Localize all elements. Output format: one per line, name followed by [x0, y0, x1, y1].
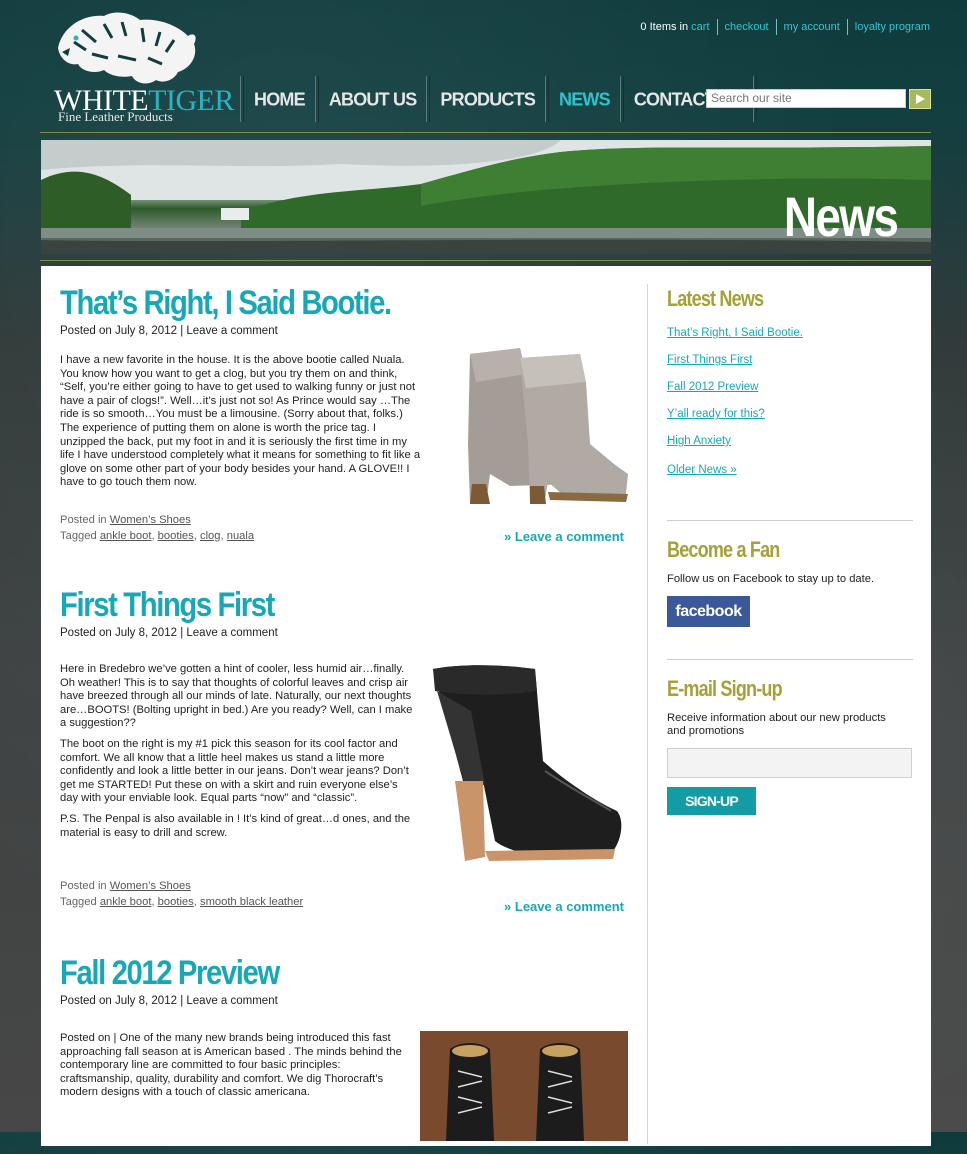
post-body: Posted on | One of the many new brands b… [60, 1032, 410, 1107]
post-taxonomy: Posted in Women’s Shoes Tagged ankle boo… [60, 514, 255, 542]
tag-link[interactable]: ankle boot [100, 896, 152, 908]
email-field[interactable] [667, 747, 912, 778]
brand-tagline: Fine Leather Products [58, 109, 173, 124]
utility-links: 0 Items in cart checkout my account loya… [640, 19, 930, 35]
tag-link[interactable]: smooth black leather [200, 896, 303, 908]
separator [775, 19, 777, 35]
column-divider [647, 284, 648, 1144]
separator [716, 19, 718, 35]
post-meta: Posted on July 8, 2012 | Leave a comment [60, 627, 278, 639]
search-input[interactable]: Search our site [706, 89, 906, 108]
category-link[interactable]: Women’s Shoes [110, 880, 191, 892]
nav-home[interactable]: HOME [244, 75, 315, 123]
play-arrow-icon [916, 94, 925, 104]
latest-news-link[interactable]: Y’all ready for this? [667, 401, 913, 428]
post-body: Here in Bredebro we’ve gotten a hint of … [60, 663, 418, 847]
post-paragraph: P.S. The Penpal is also available in ! I… [60, 812, 411, 839]
latest-news-link[interactable]: That’s Right, I Said Bootie. [667, 320, 913, 347]
nav-about-us[interactable]: ABOUT US [319, 75, 427, 123]
tag-link[interactable]: booties [158, 896, 194, 908]
post-paragraph: Here in Bredebro we’ve gotten a hint of … [60, 663, 413, 730]
post-paragraph: Posted on | One of the many new brands b… [60, 1032, 402, 1099]
main-content: That’s Right, I Said Bootie. Posted on J… [41, 266, 931, 1146]
tag-link[interactable]: clog [200, 530, 221, 542]
page-title: News [783, 185, 899, 248]
posted-in-label: Posted in [60, 514, 107, 526]
search-submit-button[interactable] [909, 89, 931, 109]
older-news-link[interactable]: Older News » [667, 457, 913, 484]
white-tiger-logo[interactable]: WHITETIGER Fine Leather Products [52, 8, 234, 128]
leave-comment-link[interactable]: » Leave a comment [504, 529, 624, 544]
nav-products[interactable]: PRODUCTS [430, 75, 545, 123]
sidebar: Latest News That’s Right, I Said Bootie.… [667, 284, 913, 815]
black-boot-image [425, 661, 625, 876]
lace-up-boots-image [420, 1031, 628, 1146]
email-signup-description: Receive information about our new produc… [667, 711, 886, 738]
post-fall-2012-preview: Fall 2012 Preview Posted on July 8, 2012… [60, 954, 628, 1154]
signup-button[interactable]: SIGN-UP [667, 786, 756, 815]
header-rule [40, 132, 931, 133]
latest-news-link[interactable]: Fall 2012 Preview [667, 374, 913, 401]
leave-comment-link[interactable]: » Leave a comment [504, 899, 624, 914]
latest-news-link[interactable]: First Things First [667, 347, 913, 374]
cart-link[interactable]: cart [691, 21, 709, 33]
my-account-link[interactable]: my account [784, 21, 840, 33]
post-paragraph: I have a new favorite in the house. It i… [60, 354, 421, 489]
post-body: I have a new favorite in the house. It i… [60, 354, 422, 497]
sidebar-divider [667, 520, 913, 521]
fan-description: Follow us on Facebook to stay up to date… [667, 573, 875, 585]
email-signup-heading: E-mail Sign-up [667, 675, 783, 701]
separator [846, 19, 848, 35]
latest-news-link[interactable]: High Anxiety [667, 428, 913, 455]
post-taxonomy: Posted in Women’s Shoes Tagged ankle boo… [60, 880, 304, 908]
banner-rule [40, 260, 931, 261]
nav-news[interactable]: NEWS [549, 75, 620, 123]
post-meta: Posted on July 8, 2012 | Leave a comment [60, 995, 278, 1007]
posted-in-label: Posted in [60, 880, 107, 892]
post-thats-right: That’s Right, I Said Bootie. Posted on J… [60, 284, 628, 554]
become-a-fan-heading: Become a Fan [667, 537, 780, 562]
post-paragraph: The boot on the right is my #1 pick this… [60, 737, 409, 805]
facebook-button[interactable]: facebook [667, 595, 750, 627]
bootie-image [430, 334, 630, 509]
cart-count: 0 Items in [640, 21, 689, 33]
tag-link[interactable]: booties [158, 530, 194, 542]
checkout-link[interactable]: checkout [725, 21, 769, 33]
latest-news-heading: Latest News [667, 286, 764, 311]
post-title[interactable]: That’s Right, I Said Bootie. [60, 284, 548, 323]
news-banner: News [41, 140, 931, 254]
tagged-label: Tagged [60, 896, 97, 908]
post-title[interactable]: First Things First [60, 586, 548, 625]
loyalty-program-link[interactable]: loyalty program [855, 21, 930, 33]
tag-link[interactable]: ankle boot [100, 530, 152, 542]
post-title[interactable]: Fall 2012 Preview [60, 954, 548, 993]
category-link[interactable]: Women’s Shoes [110, 514, 191, 526]
tiger-icon [58, 12, 196, 84]
tag-link[interactable]: nuala [227, 530, 254, 542]
sidebar-divider [667, 658, 913, 660]
post-first-things-first: First Things First Posted on July 8, 201… [60, 586, 628, 926]
site-header: WHITETIGER Fine Leather Products 0 Items… [0, 0, 967, 140]
tagged-label: Tagged [60, 530, 97, 542]
main-nav: HOME ABOUT US PRODUCTS NEWS CONTACT US [240, 76, 757, 122]
